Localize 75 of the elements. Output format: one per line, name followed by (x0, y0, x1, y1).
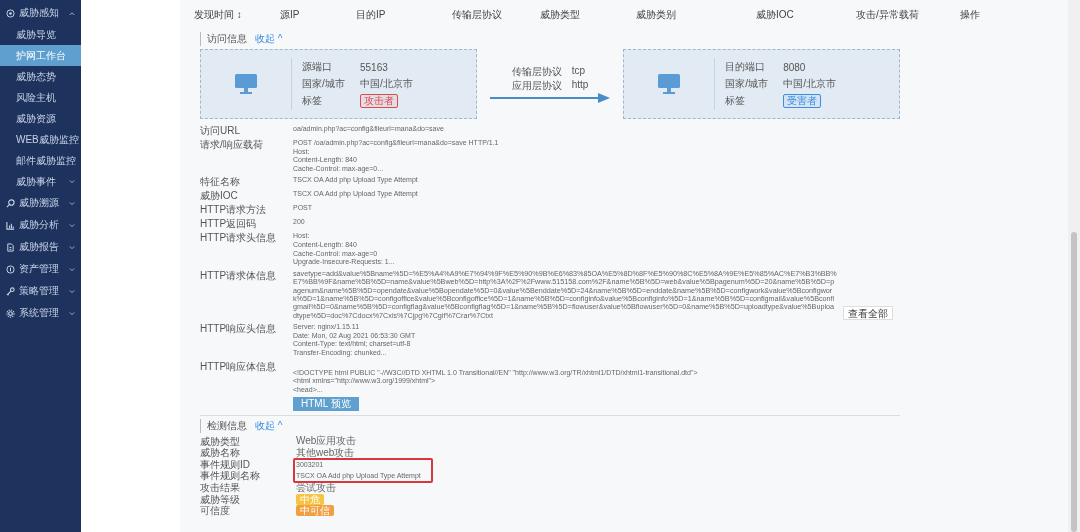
view-all-button[interactable]: 查看全部 (843, 306, 893, 321)
field-value: 中国/北京市 (783, 77, 836, 91)
detail-label: 特征名称 (200, 176, 241, 188)
column-header: 威胁IOC (756, 8, 795, 22)
document-icon (6, 242, 15, 252)
sidebar-subitem[interactable]: 威胁态势 (0, 66, 81, 87)
detail-label: 威胁类型 (200, 435, 241, 447)
detail-label: HTTP请求方法 (200, 204, 268, 216)
level-tag: 中可信 (296, 505, 334, 517)
sidebar-item[interactable]: 资产管理 (0, 258, 81, 280)
column-header: 威胁类型 (540, 8, 581, 22)
column-header: 攻击/异常载荷 (856, 8, 920, 22)
field-label: 源端口 (302, 60, 333, 74)
level-tag: 中危 (296, 493, 324, 505)
detail-label: HTTP响应体信息 (200, 360, 278, 372)
field-label: 标签 (302, 94, 323, 108)
detail-label: HTTP请求头信息 (200, 232, 278, 244)
sidebar-item[interactable]: 威胁分析 (0, 214, 81, 236)
monitor-icon (234, 73, 258, 95)
detail-label: 攻击结果 (200, 482, 241, 493)
field-value: 55163 (360, 61, 389, 73)
field-label: 应用层协议 (511, 79, 562, 93)
detail-label: HTTP请求体信息 (200, 269, 278, 281)
search-icon (6, 198, 15, 208)
field-value: http (571, 79, 589, 92)
detail-label: 请求/响应载荷 (200, 139, 264, 150)
key-icon (6, 286, 15, 296)
detail-label: 访问URL (200, 125, 241, 136)
field-label: 目的端口 (725, 60, 767, 74)
monitor-icon (657, 73, 682, 95)
field-label: 标签 (725, 94, 747, 108)
circle-icon (6, 264, 15, 274)
section-title: 访问信息 (207, 32, 247, 46)
column-header: 传输层协议 (452, 8, 503, 22)
field-label: 国家/城市 (725, 77, 769, 91)
role-tag: 攻击者 (360, 94, 398, 108)
sidebar-item[interactable]: 威胁报告 (0, 236, 81, 258)
eye-icon (6, 8, 15, 18)
sidebar-subitem[interactable]: 风险主机 (0, 87, 81, 108)
detail-label: 事件规则ID (200, 458, 251, 470)
detail-label: 事件规则名称 (200, 470, 261, 482)
bar-chart-icon (6, 220, 15, 230)
detail-value: 其他web攻击 (295, 446, 356, 460)
sidebar-subitem[interactable]: 威胁事件 (0, 171, 81, 192)
sidebar-item[interactable]: 策略管理 (0, 280, 81, 302)
detail-value: 尝试攻击 (295, 480, 337, 494)
sidebar-subitem[interactable]: 威胁导览 (0, 24, 81, 45)
field-value: tcp (571, 65, 586, 78)
detail-label: 威胁等级 (200, 493, 241, 505)
field-label: 传输层协议 (511, 65, 562, 79)
detail-label: 威胁名称 (200, 447, 241, 459)
gear-icon (6, 308, 15, 318)
column-header: 发现时间 ↕ (194, 8, 243, 22)
sidebar-subitem[interactable]: 邮件威胁监控 (0, 150, 81, 171)
detail-label: HTTP返回码 (200, 218, 258, 230)
field-value: 中国/北京市 (360, 77, 413, 91)
scrollbar-thumb[interactable] (1071, 232, 1077, 532)
sidebar-item[interactable]: 威胁溯源 (0, 192, 81, 214)
detail-label: 可信度 (200, 505, 230, 517)
field-value: 8080 (783, 61, 807, 73)
sidebar-subitem[interactable]: 威胁资源 (0, 108, 81, 129)
column-header: 威胁类别 (636, 8, 677, 22)
arrow-icon (490, 93, 610, 103)
column-header: 源IP (280, 8, 301, 22)
section-title: 检测信息 (207, 419, 247, 434)
detail-value: Web应用攻击 (295, 434, 358, 447)
column-header: 操作 (960, 8, 981, 22)
column-header: 目的IP (356, 8, 387, 22)
detail-label: 威胁IOC (200, 190, 239, 202)
sidebar-item[interactable]: 系统管理 (0, 302, 81, 324)
field-label: 国家/城市 (302, 77, 346, 91)
detail-label: HTTP响应头信息 (200, 323, 278, 335)
role-tag: 受害者 (783, 94, 822, 108)
sidebar-item[interactable]: 威胁感知 (0, 2, 81, 24)
sidebar-subitem[interactable]: WEB威胁监控 (0, 129, 81, 150)
